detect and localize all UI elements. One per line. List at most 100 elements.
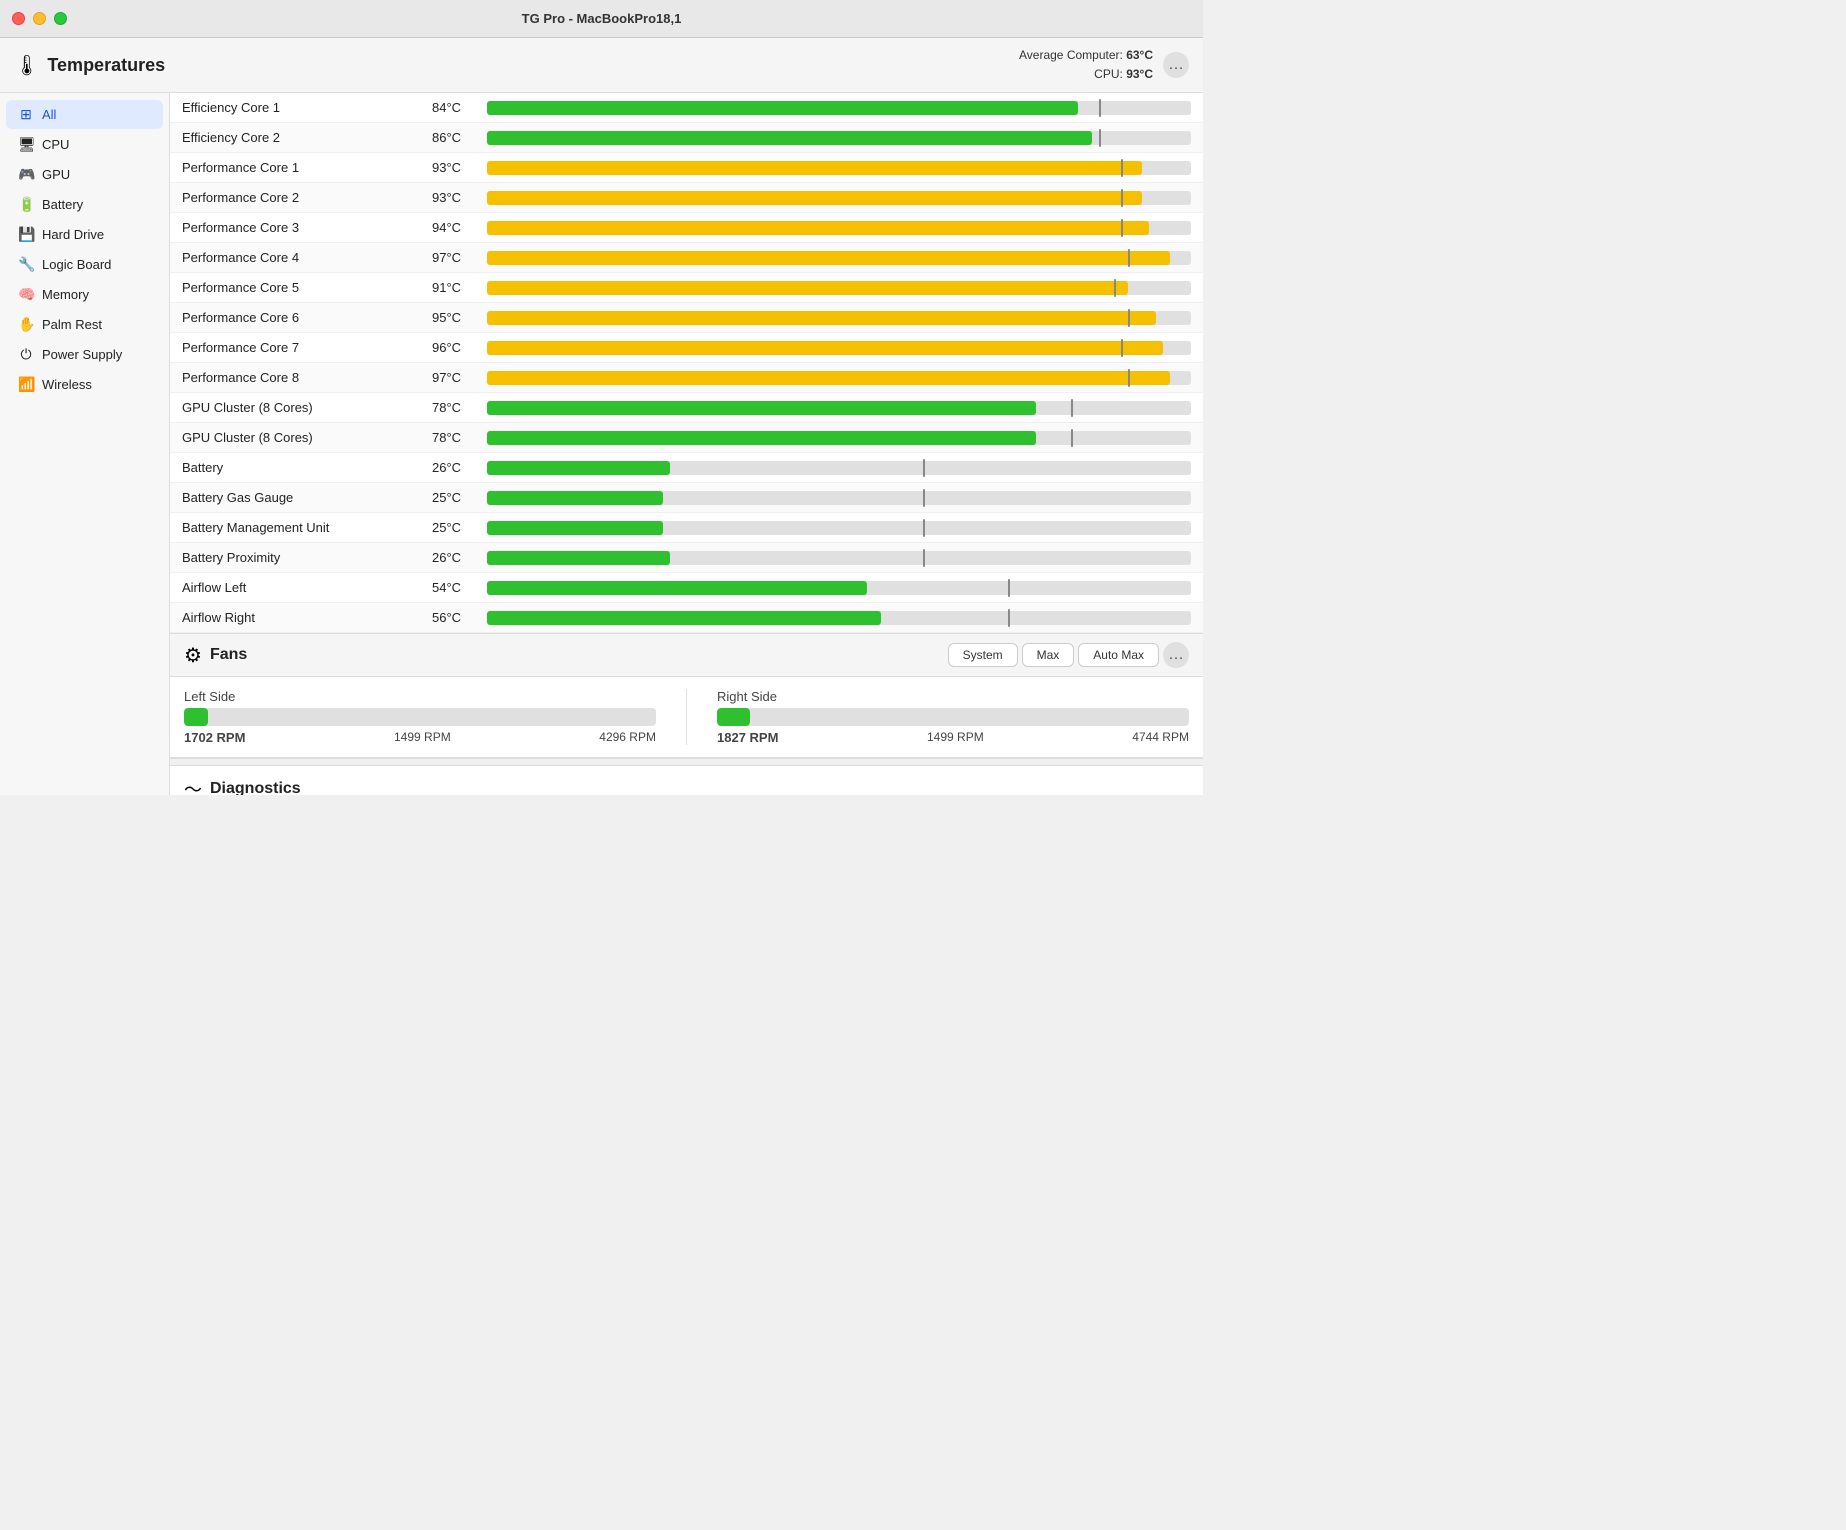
- sidebar-item-cpu[interactable]: 🖥CPU: [6, 130, 163, 159]
- temp-marker: [1008, 579, 1010, 597]
- gpu-icon: 🎮: [18, 166, 34, 183]
- temp-bar: [487, 281, 1128, 295]
- fans-more-button[interactable]: …: [1163, 642, 1189, 668]
- temp-value: 54°C: [432, 580, 487, 595]
- window-controls: [12, 12, 67, 25]
- table-row: Airflow Left54°C: [170, 573, 1203, 603]
- temp-value: 96°C: [432, 340, 487, 355]
- temp-bar-container: [487, 131, 1191, 145]
- temp-value: 25°C: [432, 490, 487, 505]
- temp-name: Performance Core 6: [182, 310, 432, 325]
- temp-marker: [923, 489, 925, 507]
- sidebar-label-power-supply: Power Supply: [42, 347, 122, 362]
- section-header: 🌡 Temperatures Average Computer: 63°C CP…: [0, 38, 1203, 93]
- temp-value: 26°C: [432, 460, 487, 475]
- sidebar-item-all[interactable]: ⊞All: [6, 100, 163, 129]
- temp-name: Performance Core 7: [182, 340, 432, 355]
- temp-marker: [1099, 129, 1101, 147]
- app-window: 🌡 Temperatures Average Computer: 63°C CP…: [0, 38, 1203, 795]
- temp-bar: [487, 461, 670, 475]
- thermometer-icon: 🌡: [14, 53, 39, 78]
- temp-name: Battery: [182, 460, 432, 475]
- header-stats: Average Computer: 63°C CPU: 93°C: [1019, 46, 1153, 84]
- table-row: GPU Cluster (8 Cores)78°C: [170, 423, 1203, 453]
- memory-icon: 🧠: [18, 286, 34, 303]
- close-button[interactable]: [12, 12, 25, 25]
- diagnostics-title: Diagnostics: [210, 780, 301, 795]
- temp-name: GPU Cluster (8 Cores): [182, 430, 432, 445]
- temp-name: GPU Cluster (8 Cores): [182, 400, 432, 415]
- temp-bar-container: [487, 371, 1191, 385]
- sidebar-item-memory[interactable]: 🧠 Memory: [6, 280, 163, 309]
- temp-value: 26°C: [432, 550, 487, 565]
- temp-value: 91°C: [432, 280, 487, 295]
- sidebar-item-wireless[interactable]: 📶Wireless: [6, 370, 163, 399]
- section-title: Temperatures: [47, 55, 165, 76]
- sidebar-item-logic-board[interactable]: 🔧Logic Board: [6, 250, 163, 279]
- section-divider: [170, 758, 1203, 766]
- table-row: GPU Cluster (8 Cores)78°C: [170, 393, 1203, 423]
- max-button[interactable]: Max: [1022, 643, 1075, 667]
- temp-bar: [487, 401, 1036, 415]
- sidebar-label-battery: Battery: [42, 197, 83, 212]
- auto-max-button[interactable]: Auto Max: [1078, 643, 1159, 667]
- sidebar-item-power-supply[interactable]: ⏻ Power Supply: [6, 340, 163, 369]
- temp-name: Performance Core 1: [182, 160, 432, 175]
- table-row: Battery Management Unit25°C: [170, 513, 1203, 543]
- fan-left: Left Side 1702 RPM 1499 RPM 4296 RPM: [184, 689, 656, 745]
- battery-icon: 🔋: [18, 196, 34, 213]
- wireless-icon: 📶: [18, 376, 34, 393]
- table-row: Battery Proximity26°C: [170, 543, 1203, 573]
- sidebar-item-palm-rest[interactable]: ✋Palm Rest: [6, 310, 163, 339]
- more-button[interactable]: …: [1163, 52, 1189, 78]
- temp-value: 78°C: [432, 400, 487, 415]
- temp-bar: [487, 191, 1142, 205]
- temp-bar: [487, 491, 663, 505]
- temp-name: Airflow Left: [182, 580, 432, 595]
- temp-bar: [487, 551, 670, 565]
- temp-name: Performance Core 4: [182, 250, 432, 265]
- sidebar-label-memory: Memory: [42, 287, 89, 302]
- sidebar-label-logic-board: Logic Board: [42, 257, 111, 272]
- temp-bar-container: [487, 281, 1191, 295]
- system-button[interactable]: System: [948, 643, 1018, 667]
- temp-marker: [1128, 369, 1130, 387]
- sidebar-item-battery[interactable]: 🔋 Battery: [6, 190, 163, 219]
- temp-bar-container: [487, 311, 1191, 325]
- fan-left-bar-row: [184, 708, 656, 726]
- power-supply-icon: ⏻: [18, 346, 34, 363]
- table-row: Performance Core 193°C: [170, 153, 1203, 183]
- temp-name: Battery Proximity: [182, 550, 432, 565]
- temp-bar: [487, 131, 1092, 145]
- temp-bar-container: [487, 251, 1191, 265]
- temp-bar-container: [487, 521, 1191, 535]
- sidebar-label-palm-rest: Palm Rest: [42, 317, 102, 332]
- avg-computer-label: Average Computer:: [1019, 48, 1123, 62]
- temp-name: Battery Gas Gauge: [182, 490, 432, 505]
- temp-name: Battery Management Unit: [182, 520, 432, 535]
- sidebar-item-hard-drive[interactable]: 💾Hard Drive: [6, 220, 163, 249]
- table-row: Performance Core 394°C: [170, 213, 1203, 243]
- header-left: 🌡 Temperatures: [14, 53, 165, 78]
- temp-value: 56°C: [432, 610, 487, 625]
- temp-bar-container: [487, 491, 1191, 505]
- temp-bar-container: [487, 401, 1191, 415]
- all-icon: ⊞: [18, 106, 34, 123]
- cpu-temp: CPU: 93°C: [1019, 65, 1153, 84]
- main-panel: Efficiency Core 184°CEfficiency Core 286…: [170, 93, 1203, 795]
- temp-marker: [1114, 279, 1116, 297]
- temp-value: 93°C: [432, 160, 487, 175]
- diagnostics-section: 〜 Diagnostics Last Shutdown/SleepNormalF…: [170, 766, 1203, 795]
- window-title: TG Pro - MacBookPro18,1: [522, 11, 682, 26]
- fan-left-min-rpm: 1499 RPM: [394, 730, 451, 745]
- temp-marker: [1121, 219, 1123, 237]
- fan-left-rpm-row: 1702 RPM 1499 RPM 4296 RPM: [184, 730, 656, 745]
- maximize-button[interactable]: [54, 12, 67, 25]
- minimize-button[interactable]: [33, 12, 46, 25]
- sidebar-label-cpu: CPU: [42, 137, 69, 152]
- temp-value: 78°C: [432, 430, 487, 445]
- temp-name: Efficiency Core 1: [182, 100, 432, 115]
- fans-header: ⚙ Fans System Max Auto Max …: [170, 633, 1203, 677]
- sidebar-item-gpu[interactable]: 🎮GPU: [6, 160, 163, 189]
- fan-right-bar-container: [717, 708, 1189, 726]
